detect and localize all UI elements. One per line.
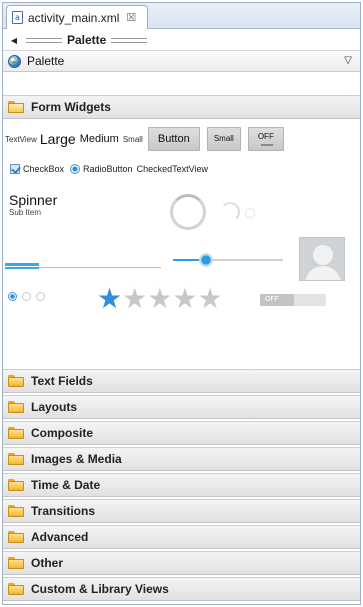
category-label: Composite: [31, 426, 94, 440]
seekbar-thumb[interactable]: [199, 253, 213, 267]
folder-icon: [8, 531, 24, 543]
widget-progressbar-normal[interactable]: [220, 202, 240, 222]
star-empty-icon[interactable]: ★: [172, 285, 197, 313]
header-divider-left: [26, 37, 62, 43]
xml-file-icon: a: [12, 11, 23, 24]
widget-quick-contact-badge[interactable]: [299, 237, 345, 281]
palette-header: ◀ Palette: [3, 30, 360, 50]
folder-icon: [8, 557, 24, 569]
editor-tab-title: activity_main.xml: [28, 10, 120, 25]
folder-icon: [8, 427, 24, 439]
editor-tab-bar: a activity_main.xml ☒: [3, 3, 360, 29]
category-label: Custom & Library Views: [31, 582, 169, 596]
category-custom-library-views[interactable]: Custom & Library Views: [3, 577, 360, 601]
category-layouts[interactable]: Layouts: [3, 395, 360, 419]
category-label: Text Fields: [31, 374, 93, 388]
palette-view: a activity_main.xml ☒ ◀ Palette Palette …: [2, 2, 361, 605]
checkbox-icon[interactable]: [10, 164, 20, 174]
progress-fill: [5, 263, 40, 266]
editor-tab-activity-main[interactable]: a activity_main.xml ☒: [6, 5, 148, 29]
star-empty-icon[interactable]: ★: [122, 285, 147, 313]
switch-knob: OFF: [260, 294, 294, 306]
widget-switch[interactable]: OFF: [260, 294, 326, 306]
palette-header-title: Palette: [67, 33, 107, 47]
widget-checked-textview[interactable]: CheckedTextView: [137, 164, 208, 174]
widget-small-button[interactable]: Small: [206, 127, 241, 151]
category-label: Form Widgets: [31, 100, 111, 114]
folder-icon: [8, 401, 24, 413]
globe-icon: [8, 54, 21, 68]
star-empty-icon[interactable]: ★: [197, 285, 222, 313]
category-form-widgets[interactable]: Form Widgets: [3, 95, 360, 119]
spinner-title: Spinner: [9, 192, 58, 208]
widget-textview[interactable]: TextView: [5, 135, 37, 144]
category-text-fields[interactable]: Text Fields: [3, 369, 360, 393]
category-label: Layouts: [31, 400, 78, 414]
radio-option[interactable]: [36, 292, 45, 301]
category-label: Images & Media: [31, 452, 122, 466]
widget-large-text[interactable]: Large: [40, 131, 76, 147]
left-arrow-icon[interactable]: ◀: [7, 36, 21, 45]
close-icon[interactable]: ☒: [126, 11, 136, 24]
widget-rating-bar[interactable]: ★ ★ ★ ★ ★: [97, 285, 223, 313]
progress-secondary-fill: [5, 267, 40, 269]
category-images-media[interactable]: Images & Media: [3, 447, 360, 471]
widget-progressbar-horizontal[interactable]: [5, 263, 161, 269]
widget-progressbar-large[interactable]: [170, 194, 206, 230]
widget-button[interactable]: Button: [147, 127, 200, 151]
chevron-down-icon[interactable]: ▽: [344, 55, 352, 66]
avatar-head: [313, 245, 333, 265]
folder-icon: [8, 375, 24, 387]
widget-radiobutton[interactable]: RadioButton: [83, 164, 133, 174]
form-widgets-panel: TextView Large Medium Small Button Small…: [3, 121, 360, 369]
category-label: Time & Date: [31, 478, 101, 492]
spinner-sub-item: Sub Item: [9, 208, 42, 217]
widget-radio-group: [8, 292, 50, 301]
folder-icon: [8, 505, 24, 517]
category-time-date[interactable]: Time & Date: [3, 473, 360, 497]
category-label: Advanced: [31, 530, 89, 544]
folder-icon: [8, 583, 24, 595]
folder-icon: [8, 453, 24, 465]
widget-progressbar-small[interactable]: [245, 208, 255, 218]
folder-open-icon: [8, 101, 24, 113]
widget-medium-text[interactable]: Medium: [80, 133, 119, 145]
star-empty-icon[interactable]: ★: [147, 285, 172, 313]
category-label: Transitions: [31, 504, 96, 518]
star-filled-icon[interactable]: ★: [97, 285, 122, 313]
widget-checkbox[interactable]: CheckBox: [23, 164, 64, 174]
widget-spinner[interactable]: Spinner Sub Item: [9, 192, 58, 218]
category-other[interactable]: Other: [3, 551, 360, 575]
folder-icon: [8, 479, 24, 491]
category-label: Other: [31, 556, 64, 570]
widget-toggle-button[interactable]: OFF: [247, 127, 284, 151]
widget-small-text[interactable]: Small: [123, 135, 143, 144]
radio-option[interactable]: [22, 292, 31, 301]
category-advanced[interactable]: Advanced: [3, 525, 360, 549]
widget-row-text-buttons: TextView Large Medium Small Button Small…: [5, 126, 284, 152]
avatar-body: [305, 266, 341, 280]
category-transitions[interactable]: Transitions: [3, 499, 360, 523]
radio-button-icon[interactable]: [70, 164, 81, 174]
header-divider-right: [111, 37, 148, 43]
category-composite[interactable]: Composite: [3, 421, 360, 445]
widget-seekbar[interactable]: [173, 250, 283, 270]
radio-option-selected[interactable]: [8, 292, 17, 301]
palette-dropdown[interactable]: Palette ▽: [3, 50, 360, 72]
palette-dropdown-label: Palette: [27, 54, 65, 68]
widget-row-checks: CheckBox RadioButton CheckedTextView: [10, 162, 208, 176]
